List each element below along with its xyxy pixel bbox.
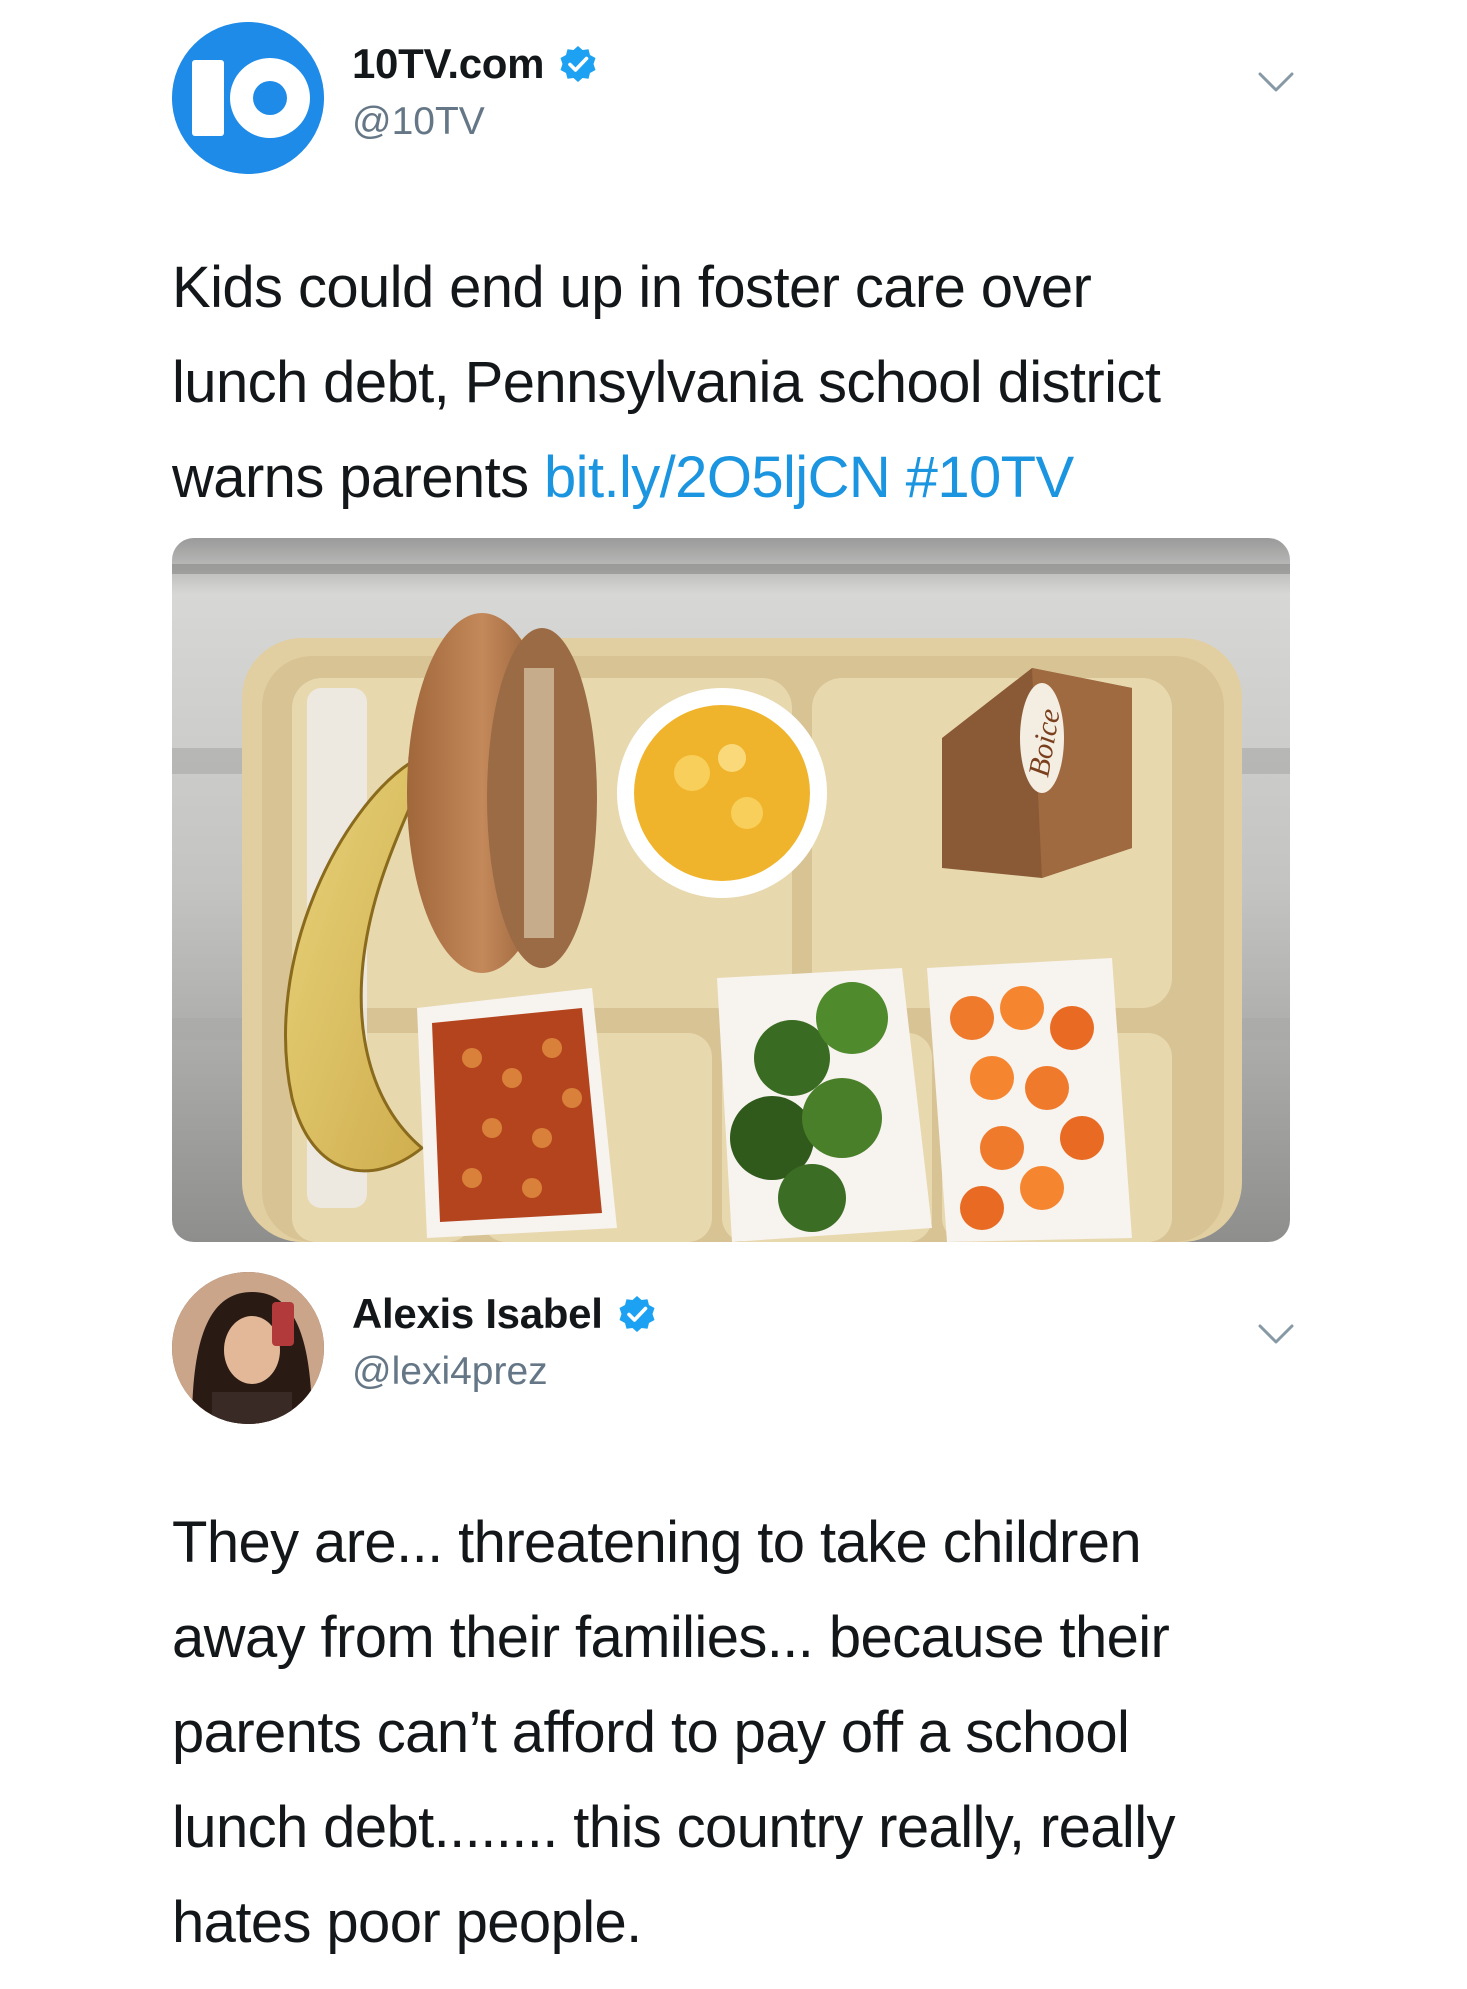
handle[interactable]: @10TV <box>352 100 485 144</box>
verified-badge-icon <box>560 46 596 82</box>
tweet-text: Kids could end up in foster care over lu… <box>172 240 1161 525</box>
tweet-10tv: 10TV.com @10TV Kids could end up in fost… <box>0 0 1467 1260</box>
lunch-tray-image: Boice <box>172 538 1290 1242</box>
tweet-text-line: warns parents bit.ly/2O5ljCN #10TV <box>172 445 1074 510</box>
lunch-tray-photo[interactable]: Boice <box>172 538 1290 1242</box>
avatar-alexis[interactable] <box>172 1272 324 1424</box>
tweet-text: They are... threatening to take children… <box>172 1495 1176 1970</box>
hashtag-link[interactable]: #10TV <box>906 445 1074 510</box>
profile-photo-icon <box>172 1272 324 1424</box>
chevron-down-icon[interactable] <box>1256 68 1296 96</box>
chevron-down-icon[interactable] <box>1256 1320 1296 1348</box>
tweet-text-line: hates poor people. <box>172 1890 642 1955</box>
tweet-text-line: Kids could end up in foster care over <box>172 255 1092 320</box>
tweet-text-line: lunch debt, Pennsylvania school district <box>172 350 1161 415</box>
tweet-link[interactable]: bit.ly/2O5ljCN <box>544 445 891 510</box>
avatar-10tv[interactable] <box>172 22 324 174</box>
tweet-text-line: parents can’t afford to pay off a school <box>172 1700 1130 1765</box>
tweet-text-line: lunch debt........ this country really, … <box>172 1795 1176 1860</box>
verified-badge-icon <box>619 1296 655 1332</box>
display-name[interactable]: Alexis Isabel <box>352 1290 603 1338</box>
handle[interactable]: @lexi4prez <box>352 1350 548 1394</box>
tweet-text-line: They are... threatening to take children <box>172 1510 1142 1575</box>
10tv-logo-icon <box>172 22 324 174</box>
tweet-text-line: away from their families... because thei… <box>172 1605 1170 1670</box>
tweet-alexis: Alexis Isabel @lexi4prez They are... thr… <box>0 1260 1467 1989</box>
display-name[interactable]: 10TV.com <box>352 40 544 88</box>
